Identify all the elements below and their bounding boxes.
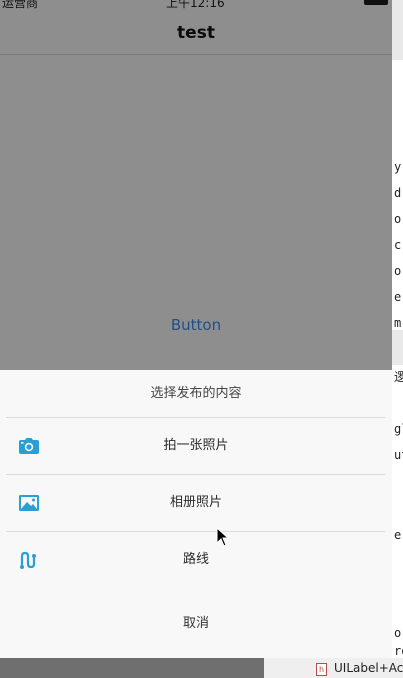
editor-file-tab[interactable]: h UILabel+Act — [264, 658, 403, 678]
editor-text: gl — [394, 422, 403, 436]
action-label: 路线 — [182, 552, 209, 567]
editor-text: ut — [394, 448, 403, 462]
action-label: 拍一张照片 — [163, 438, 229, 453]
background-editor: y d o c o e m 逻 gl ut er o ro — [392, 0, 403, 678]
editor-text: 逻 — [394, 370, 403, 384]
header-file-icon: h — [316, 663, 327, 676]
navigation-bar: test — [0, 10, 392, 55]
cancel-button[interactable]: 取消 — [0, 596, 392, 652]
file-tab-label: UILabel+Act — [334, 661, 403, 675]
action-take-photo[interactable]: 拍一张照片 — [0, 418, 392, 474]
action-sheet: 选择发布的内容 拍一张照片 相册照片 路线 取消 — [0, 370, 392, 658]
action-album-photo[interactable]: 相册照片 — [0, 475, 392, 531]
editor-text: o — [394, 264, 402, 278]
main-button[interactable]: Button — [140, 314, 252, 336]
clock-label: 上午12:16 — [166, 0, 225, 10]
status-bar: 运营商 上午12:16 — [0, 0, 392, 10]
mouse-cursor-icon — [216, 526, 230, 547]
carrier-label: 运营商 — [2, 0, 39, 10]
editor-text: d — [394, 186, 402, 200]
simulator-screen: 运营商 上午12:16 test Button 选择发布的内容 拍一张照片 相册… — [0, 0, 392, 658]
editor-text: ro — [394, 644, 403, 658]
editor-text: c — [394, 238, 402, 252]
editor-text: o — [394, 626, 402, 640]
action-route[interactable]: 路线 — [0, 532, 392, 588]
editor-text: y — [394, 160, 402, 174]
battery-icon — [364, 0, 388, 5]
editor-text: o — [394, 212, 402, 226]
editor-text: er — [394, 528, 403, 542]
action-sheet-title: 选择发布的内容 — [150, 386, 242, 401]
page-title: test — [177, 23, 215, 43]
action-label: 相册照片 — [169, 495, 222, 510]
editor-text: m — [394, 316, 402, 330]
editor-panel — [392, 365, 403, 658]
editor-text: e — [394, 290, 402, 304]
